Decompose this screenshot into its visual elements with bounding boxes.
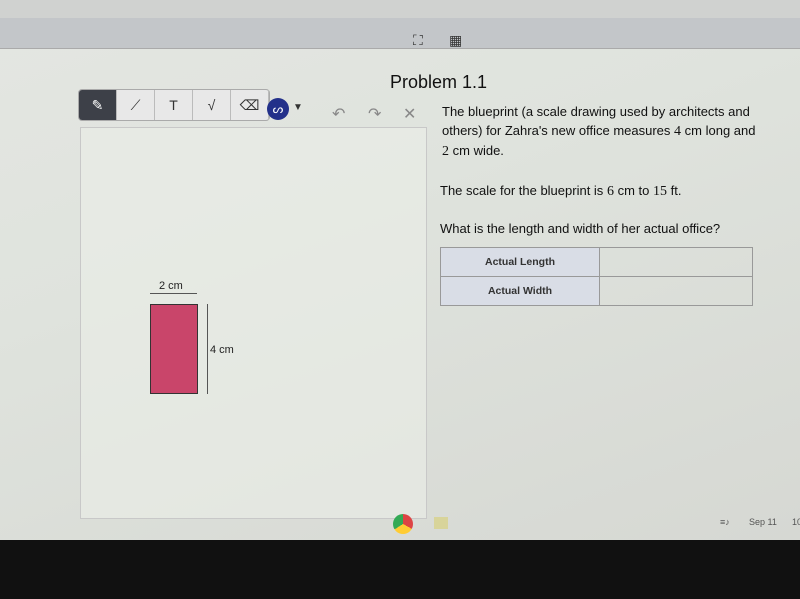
table-row: Actual Width (440, 276, 753, 306)
row-label: Actual Width (440, 276, 600, 306)
chevron-down-icon[interactable]: ▼ (293, 102, 303, 113)
date[interactable]: Sep 11 (749, 517, 777, 527)
blueprint-rectangle (150, 304, 198, 394)
app-icon[interactable] (434, 517, 448, 529)
table-row: Actual Length (440, 247, 753, 277)
text-tool[interactable]: T (155, 90, 193, 120)
problem-question: What is the length and width of her actu… (440, 221, 721, 236)
fullscreen-icon[interactable]: ⛶ (413, 32, 423, 49)
redo-icon[interactable]: ↷ (368, 104, 381, 124)
actual-length-input[interactable] (599, 247, 753, 277)
pencil-icon: ✎ (91, 96, 104, 113)
line-icon: ⟋ (130, 96, 141, 113)
calculator-icon[interactable]: ▦ (449, 32, 462, 49)
sqrt-icon: √ (207, 97, 216, 113)
playlist-icon[interactable]: ≡♪ (720, 517, 730, 527)
screen: ⛶ ▦ ✎ ⟋ T √ ⌫ ᔕ ▼ ↶ ↷ ✕ 2 cm 4 cm Proble… (0, 0, 800, 540)
line-tool[interactable]: ⟋ (117, 90, 155, 120)
eraser-tool[interactable]: ⌫ (231, 90, 269, 120)
problem-paragraph-2: The scale for the blueprint is 6 cm to 1… (440, 183, 682, 199)
math-tool[interactable]: √ (193, 90, 231, 120)
chrome-icon[interactable] (393, 514, 413, 534)
problem-title: Problem 1.1 (390, 72, 488, 92)
text-icon: T (169, 97, 178, 113)
drawing-canvas[interactable] (80, 127, 427, 519)
width-label: 2 cm (159, 280, 183, 292)
undo-icon[interactable]: ↶ (332, 104, 345, 124)
answer-table: Actual Length Actual Width (440, 247, 753, 306)
color-picker[interactable]: ᔕ (267, 98, 289, 120)
squiggle-icon: ᔕ (272, 102, 284, 116)
browser-strip (0, 0, 800, 18)
problem-paragraph-1: The blueprint (a scale drawing used by a… (442, 104, 756, 159)
time[interactable]: 10 (792, 517, 800, 527)
actual-width-input[interactable] (599, 276, 753, 306)
row-label: Actual Length (440, 247, 600, 277)
width-dimension-line (150, 293, 197, 294)
drawing-toolbar: ✎ ⟋ T √ ⌫ (78, 89, 270, 121)
length-label: 4 cm (210, 344, 234, 356)
eraser-icon: ⌫ (239, 96, 260, 113)
pencil-tool[interactable]: ✎ (79, 90, 117, 120)
close-icon[interactable]: ✕ (403, 104, 416, 124)
length-dimension-line (207, 304, 208, 394)
top-toolbar (0, 18, 800, 49)
